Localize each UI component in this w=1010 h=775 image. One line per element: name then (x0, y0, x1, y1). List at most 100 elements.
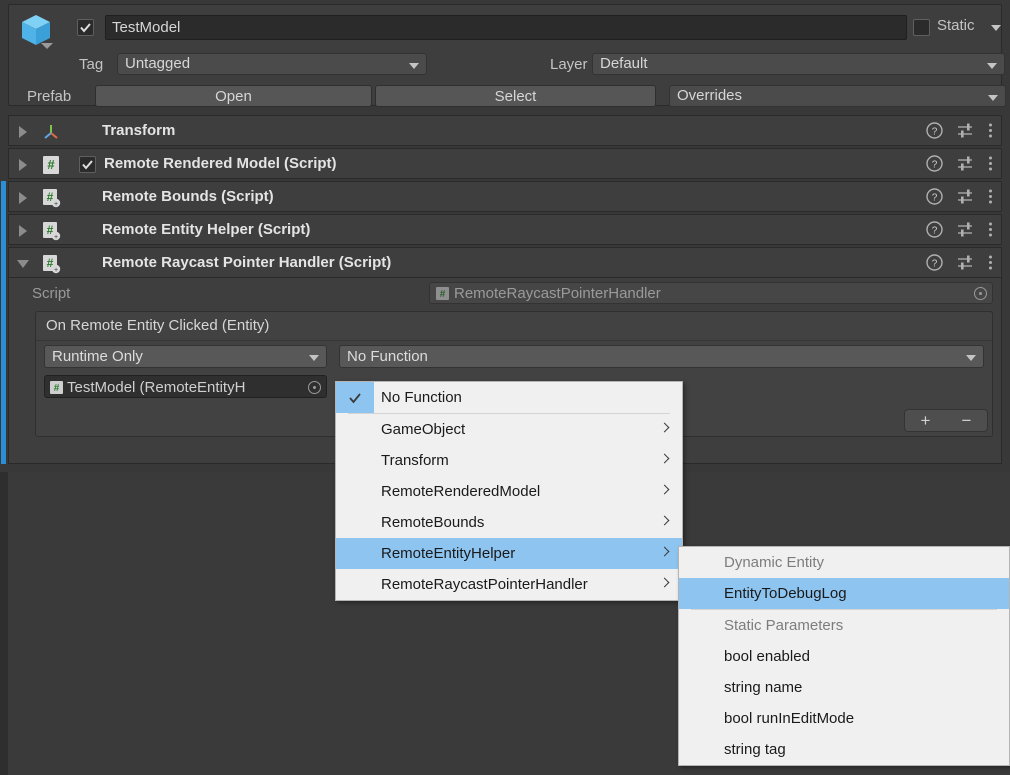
static-checkbox[interactable] (913, 19, 930, 36)
preset-icon[interactable] (957, 188, 974, 210)
gameobject-name-input[interactable]: TestModel (105, 15, 907, 40)
component-row-icons: ? (926, 221, 993, 243)
script-field-label: Script (32, 285, 71, 302)
component-row-icons: ? (926, 254, 993, 276)
svg-text:+: + (54, 267, 58, 274)
submenu-item-label: bool runInEditMode (724, 710, 855, 727)
submenu-header-label: Static Parameters (724, 617, 844, 634)
svg-text:#: # (47, 157, 55, 172)
component-row-remote-rendered-model[interactable]: # Remote Rendered Model (Script) ? (8, 148, 1002, 179)
preset-icon[interactable] (957, 254, 974, 276)
event-function-dropdown[interactable]: No Function (339, 345, 984, 368)
prefab-label: Prefab (27, 88, 72, 105)
submenu-item-entitytodebuglog[interactable]: EntityToDebugLog (679, 578, 1009, 609)
script-icon: # (435, 286, 450, 307)
submenu-item-bool-runineditmode[interactable]: bool runInEditMode (679, 703, 1009, 734)
static-label: Static (937, 17, 975, 34)
chevron-down-icon (966, 355, 976, 361)
preset-icon[interactable] (957, 221, 974, 243)
prefab-overrides-dropdown[interactable]: Overrides (669, 85, 1006, 107)
menu-item-no-function[interactable]: No Function (336, 382, 682, 413)
script-icon: # (41, 155, 61, 175)
preset-icon[interactable] (957, 155, 974, 177)
foldout-arrow-icon[interactable] (19, 159, 27, 171)
script-add-icon: # + (41, 254, 61, 274)
submenu-item-string-name[interactable]: string name (679, 672, 1009, 703)
submenu-item-label: bool enabled (724, 648, 810, 665)
submenu-item-string-tag[interactable]: string tag (679, 734, 1009, 765)
layer-label: Layer (550, 56, 588, 73)
svg-text:?: ? (932, 160, 938, 171)
tag-label: Tag (79, 56, 104, 73)
script-object-field[interactable]: # RemoteRaycastPointerHandler (429, 282, 993, 304)
add-listener-button[interactable]: + (921, 411, 931, 431)
foldout-arrow-icon[interactable] (19, 126, 27, 138)
kebab-menu-icon[interactable] (988, 254, 993, 276)
event-function-value: No Function (347, 348, 428, 365)
chevron-right-icon (659, 484, 670, 495)
gameobject-active-checkbox[interactable] (77, 19, 94, 36)
chevron-down-icon (309, 355, 319, 361)
submenu-header-label: Dynamic Entity (724, 554, 825, 571)
svg-text:#: # (440, 289, 446, 300)
menu-item-remoteentityhelper[interactable]: RemoteEntityHelper (336, 538, 682, 569)
component-title: Transform (102, 122, 176, 139)
svg-text:?: ? (932, 259, 938, 270)
prefab-select-button[interactable]: Select (375, 85, 656, 107)
menu-item-label: RemoteEntityHelper (381, 545, 516, 562)
kebab-menu-icon[interactable] (988, 155, 993, 177)
chevron-down-icon (409, 63, 419, 69)
script-add-icon: # + (41, 188, 61, 208)
help-icon[interactable]: ? (926, 254, 943, 276)
menu-item-transform[interactable]: Transform (336, 445, 682, 476)
component-row-transform[interactable]: Transform ? (8, 115, 1002, 146)
foldout-arrow-icon[interactable] (19, 192, 27, 204)
svg-text:?: ? (932, 127, 938, 138)
kebab-menu-icon[interactable] (988, 188, 993, 210)
component-title: Remote Entity Helper (Script) (102, 221, 311, 238)
static-dropdown-caret-icon[interactable] (991, 25, 1001, 31)
component-row-icons: ? (926, 188, 993, 210)
prefab-icon-caret[interactable] (41, 43, 53, 49)
menu-item-remotebounds[interactable]: RemoteBounds (336, 507, 682, 538)
script-add-icon: # + (41, 221, 61, 241)
submenu-item-bool-enabled[interactable]: bool enabled (679, 641, 1009, 672)
event-mode-dropdown[interactable]: Runtime Only (44, 345, 327, 368)
kebab-menu-icon[interactable] (988, 122, 993, 144)
component-enabled-checkbox[interactable] (79, 156, 96, 173)
layer-dropdown[interactable]: Default (592, 53, 1005, 75)
menu-item-gameobject[interactable]: GameObject (336, 414, 682, 445)
prefab-open-button[interactable]: Open (95, 85, 372, 107)
foldout-arrow-icon[interactable] (17, 260, 29, 268)
kebab-menu-icon[interactable] (988, 221, 993, 243)
component-row-remote-bounds[interactable]: # + Remote Bounds (Script) ? (1, 181, 1002, 214)
component-row-icons: ? (926, 155, 993, 177)
chevron-down-icon (988, 95, 998, 101)
component-row-remote-entity-helper[interactable]: # + Remote Entity Helper (Script) ? (1, 214, 1002, 247)
help-icon[interactable]: ? (926, 122, 943, 144)
component-row-remote-raycast-pointer-handler[interactable]: # + Remote Raycast Pointer Handler (Scrip… (1, 247, 1002, 280)
svg-text:?: ? (932, 193, 938, 204)
event-target-object-field[interactable]: # TestModel (RemoteEntityH (44, 375, 327, 398)
help-icon[interactable]: ? (926, 155, 943, 177)
script-field-value: RemoteRaycastPointerHandler (454, 285, 661, 302)
prefab-overrides-value: Overrides (677, 87, 743, 104)
svg-text:?: ? (932, 226, 938, 237)
foldout-arrow-icon[interactable] (19, 225, 27, 237)
left-gutter (0, 472, 8, 775)
submenu-header-static-parameters: Static Parameters (679, 610, 1009, 641)
chevron-right-icon (659, 546, 670, 557)
menu-item-label: RemoteRaycastPointerHandler (381, 576, 588, 593)
help-icon[interactable]: ? (926, 188, 943, 210)
menu-item-label: RemoteBounds (381, 514, 485, 531)
help-icon[interactable]: ? (926, 221, 943, 243)
menu-item-remoterenderedmodel[interactable]: RemoteRenderedModel (336, 476, 682, 507)
preset-icon[interactable] (957, 122, 974, 144)
layer-dropdown-value: Default (600, 55, 648, 72)
remove-listener-button[interactable]: − (962, 411, 972, 431)
object-picker-icon[interactable] (308, 381, 321, 394)
object-picker-icon[interactable] (974, 287, 987, 300)
tag-dropdown[interactable]: Untagged (117, 53, 427, 75)
menu-item-remoteraycastpointerhandler[interactable]: RemoteRaycastPointerHandler (336, 569, 682, 600)
menu-item-label: RemoteRenderedModel (381, 483, 541, 500)
